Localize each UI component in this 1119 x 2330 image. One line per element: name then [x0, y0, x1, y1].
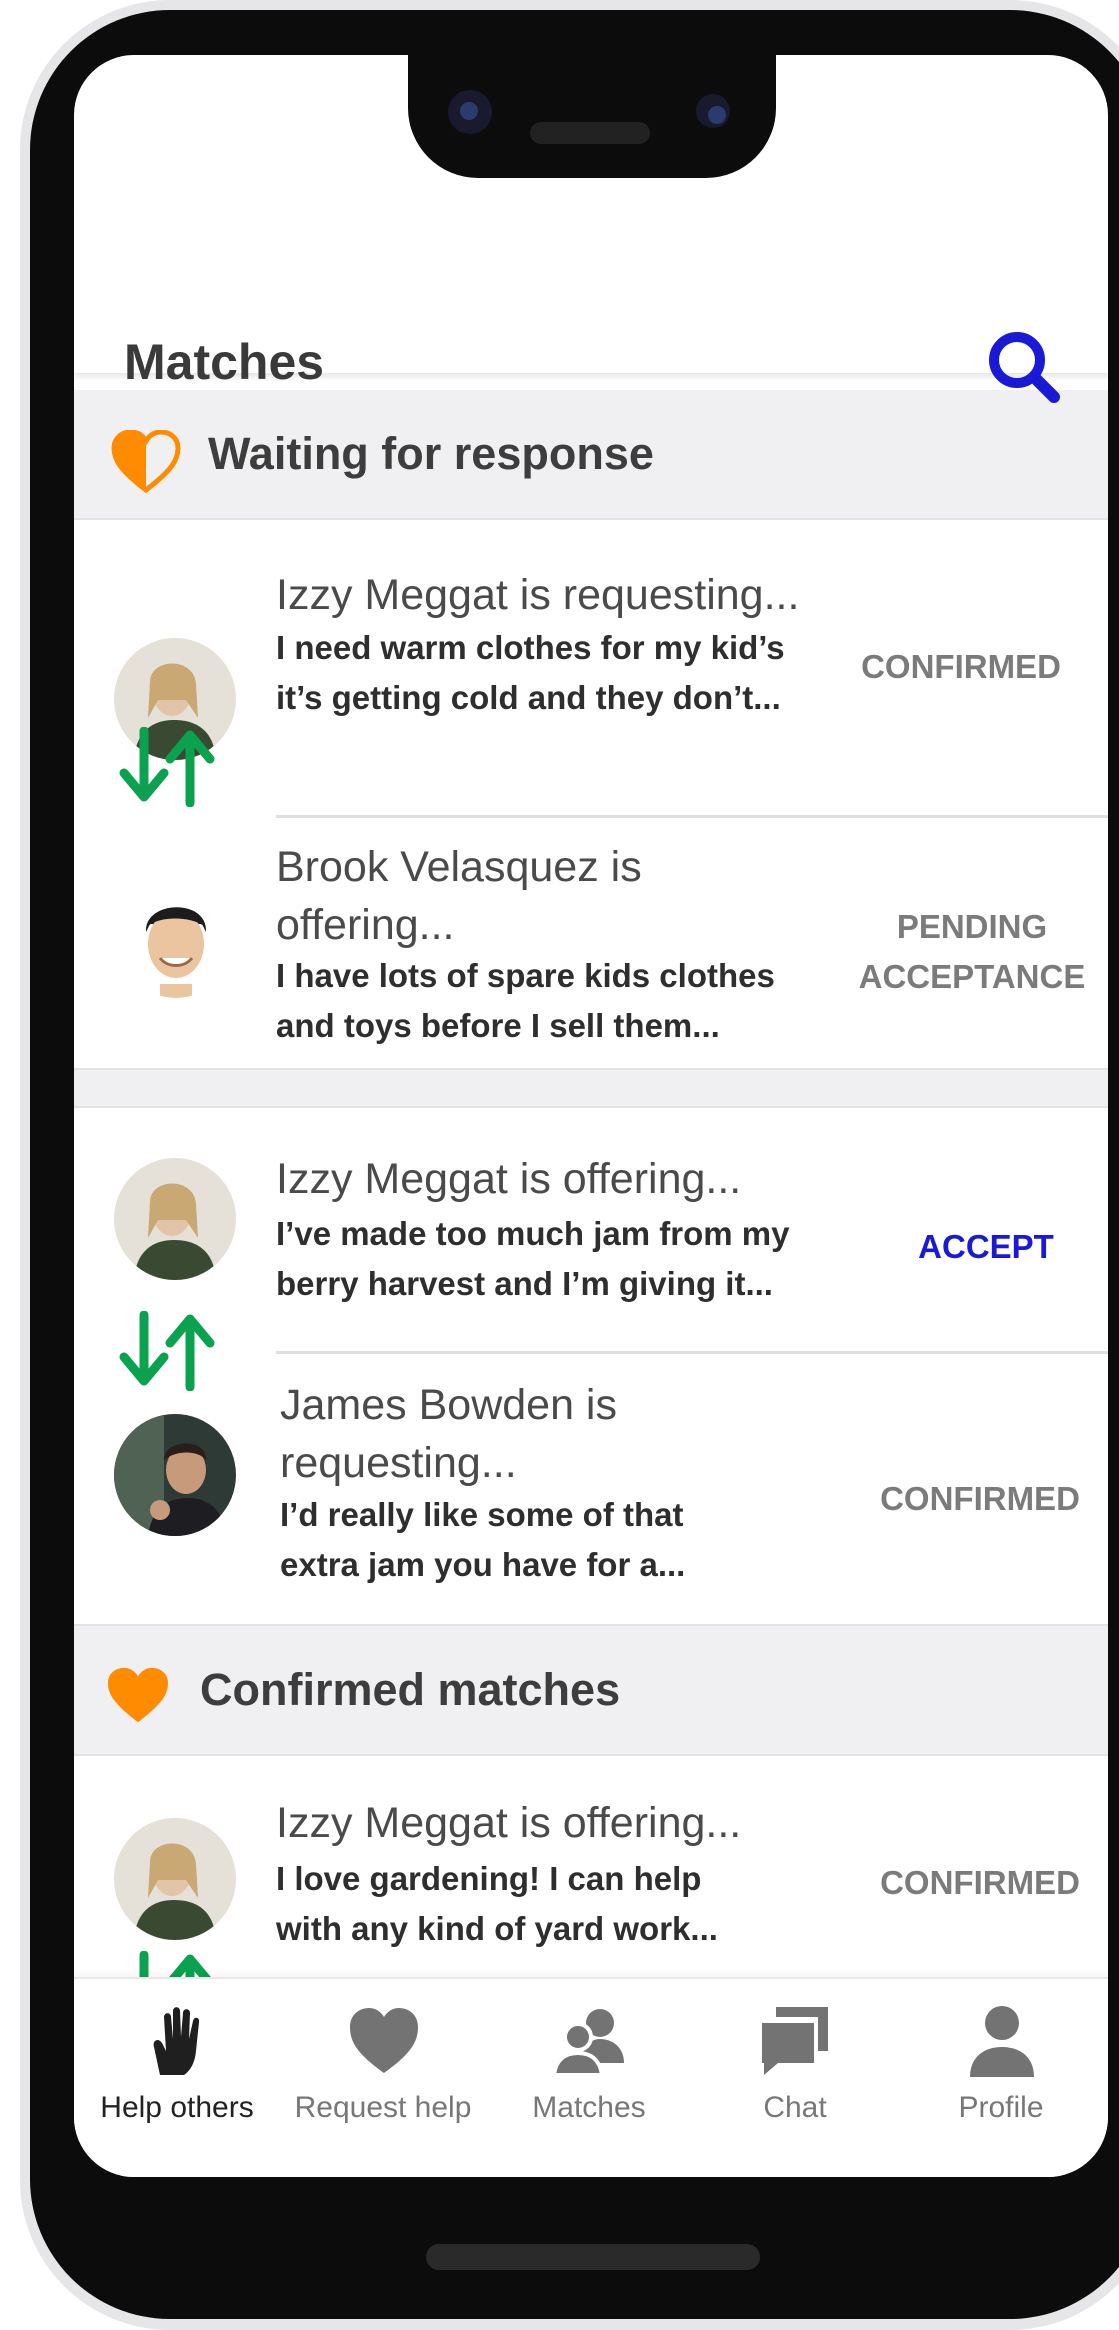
status-badge: PENDING ACCEPTANCE [858, 908, 1086, 995]
offer-description: I love gardening! I can help with any ki… [276, 1860, 718, 1947]
person-icon [970, 2006, 1034, 2077]
confirmed-section-header: Confirmed matches [74, 1624, 1108, 1756]
nav-chat[interactable]: Chat [692, 1979, 898, 2177]
avatar [120, 886, 232, 998]
requester-name: Izzy Meggat is requesting... [276, 571, 800, 619]
offer-description: I’ve made too much jam from my berry har… [276, 1215, 790, 1302]
nav-label: Request help [294, 2091, 472, 2124]
camera-notch [408, 40, 776, 178]
accept-button[interactable]: ACCEPT [886, 1222, 1086, 1272]
offerer-name: Brook Velasquez is offering... [276, 843, 642, 949]
section-title-confirmed: Confirmed matches [200, 1664, 621, 1715]
page-title: Matches [124, 334, 325, 390]
heart-icon [108, 1667, 168, 1723]
offerer-name: Izzy Meggat is offering... [276, 1155, 742, 1203]
app-header: Matches [74, 215, 1108, 390]
heart-icon [350, 2008, 418, 2073]
hand-icon [153, 2007, 200, 2075]
nav-help-others[interactable]: Help others [74, 1979, 280, 2177]
request-description: I’d really like some of that extra jam y… [280, 1496, 686, 1583]
waiting-section-header: Waiting for response [74, 390, 1108, 520]
nav-label: Help others [100, 2091, 254, 2124]
nav-matches[interactable]: Matches [486, 1979, 692, 2177]
nav-profile[interactable]: Profile [898, 1979, 1104, 2177]
request-description: I need warm clothes for my kid’s it’s ge… [276, 629, 785, 716]
earpiece-speaker [530, 122, 650, 144]
section-title-waiting: Waiting for response [208, 428, 654, 479]
search-icon[interactable] [984, 327, 1064, 407]
nav-label: Chat [763, 2091, 827, 2124]
match-row[interactable]: Izzy Meggat is requesting... I need warm… [74, 520, 1108, 760]
requester-name: James Bowden is requesting... [280, 1381, 617, 1487]
match-row[interactable]: James Bowden is requesting... I’d really… [74, 1354, 1108, 1624]
status-badge: CONFIRMED [880, 1864, 1080, 1901]
match-row[interactable]: Brook Velasquez is offering... I have lo… [74, 818, 1108, 1068]
avatar [114, 1414, 236, 1536]
app-screen: Matches Waiting for response Izzy Meggat… [74, 55, 1108, 2177]
match-row[interactable]: Izzy Meggat is offering... I love garden… [74, 1754, 1108, 1994]
front-camera-icon [448, 90, 492, 134]
match-row[interactable]: Izzy Meggat is offering... I’ve made too… [74, 1106, 1108, 1356]
swap-arrows-icon [119, 727, 215, 807]
nav-label: Profile [958, 2091, 1044, 2124]
avatar [114, 1818, 236, 1940]
home-indicator [426, 2244, 760, 2270]
half-heart-icon [111, 430, 181, 494]
nav-request-help[interactable]: Request help [280, 1979, 486, 2177]
status-badge: CONFIRMED [861, 648, 1061, 685]
front-sensor-icon [696, 94, 730, 128]
avatar [114, 1158, 236, 1280]
status-badge: CONFIRMED [880, 1480, 1080, 1517]
offer-description: I have lots of spare kids clothes and to… [276, 957, 775, 1044]
group-separator [74, 1068, 1108, 1108]
chat-icon [762, 2007, 828, 2075]
nav-label: Matches [532, 2091, 646, 2124]
people-icon [552, 2009, 624, 2077]
offerer-name: Izzy Meggat is offering... [276, 1799, 742, 1847]
bottom-nav: Help others Request help Matches Chat Pr… [74, 1977, 1108, 2177]
